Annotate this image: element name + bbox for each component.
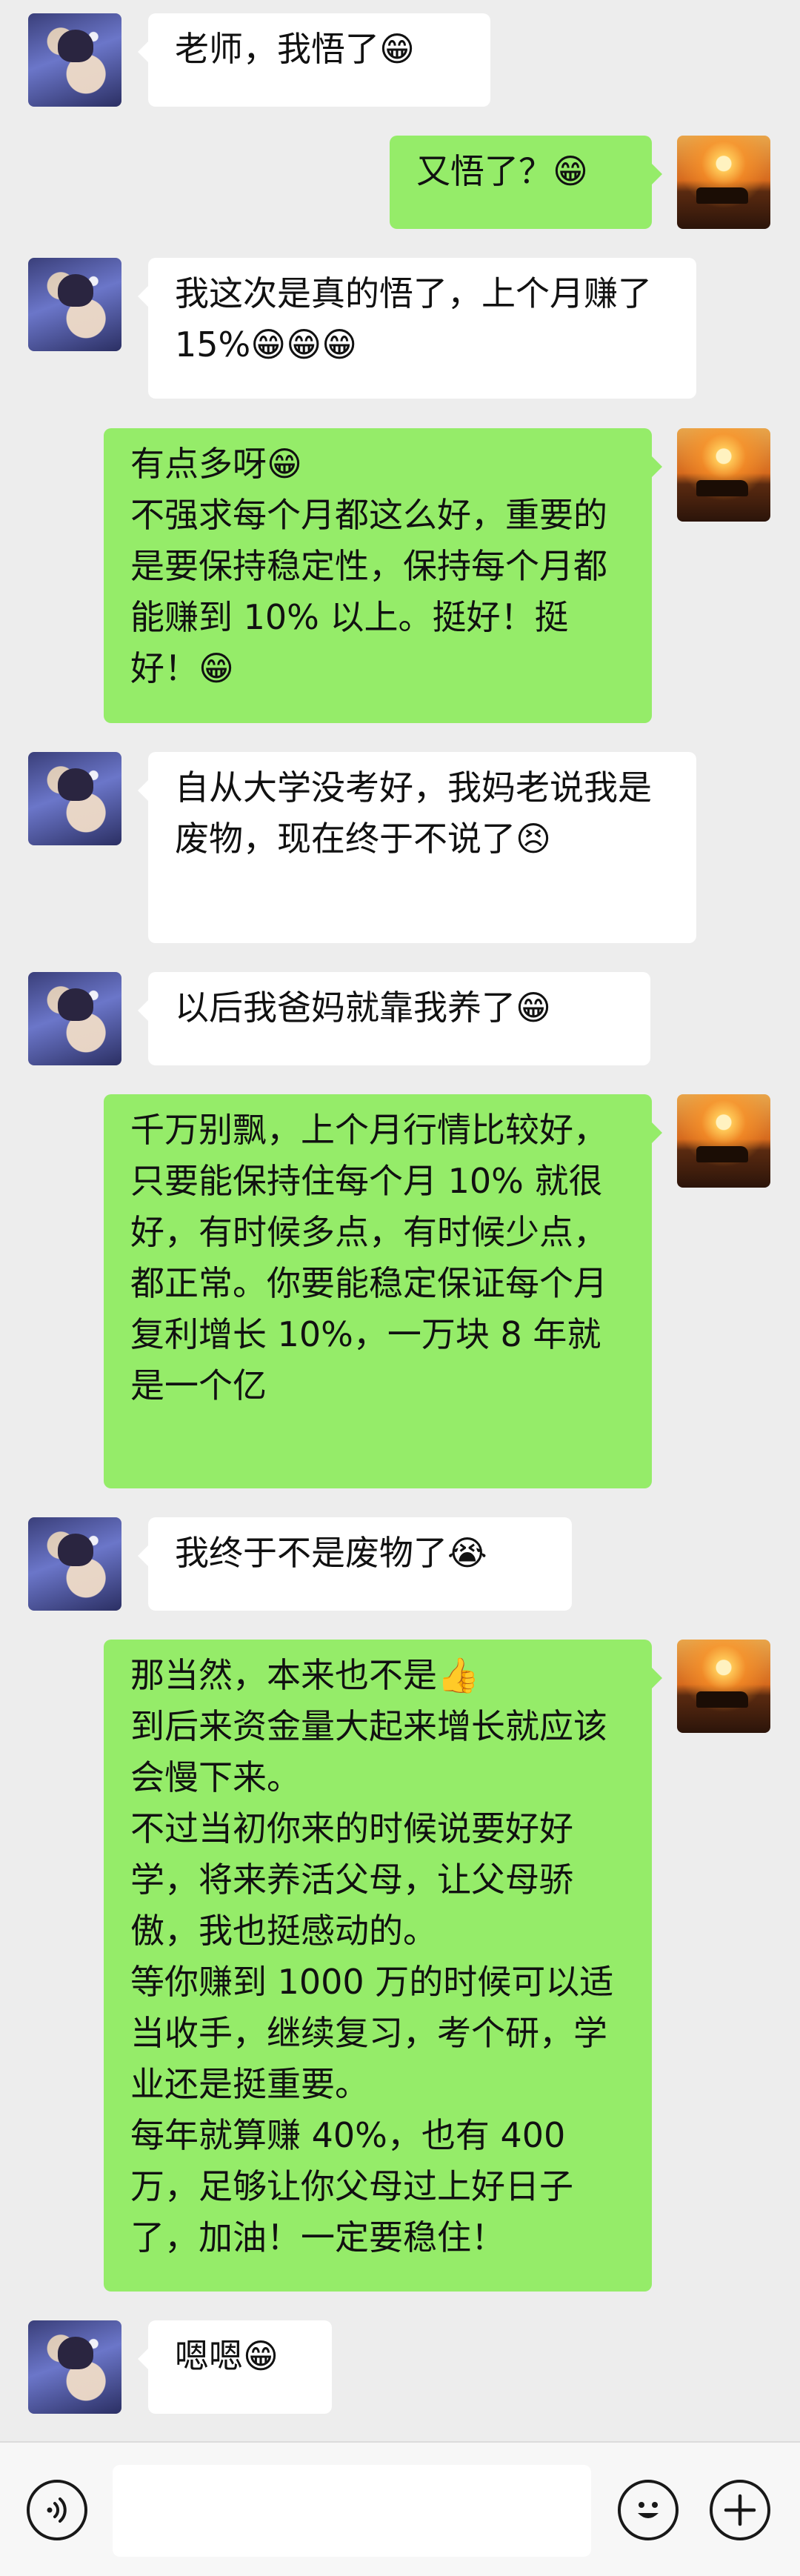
contact-avatar[interactable] <box>28 258 121 351</box>
avatar-image <box>677 1094 770 1188</box>
message-bubble-outgoing[interactable]: 又悟了？😁 <box>390 136 662 229</box>
avatar-image <box>677 136 770 229</box>
message-bubble-incoming[interactable]: 老师，我悟了😁 <box>138 13 490 107</box>
avatar-image <box>28 752 121 845</box>
message-bubble-incoming[interactable]: 我这次是真的悟了，上个月赚了 15%😁😁😁 <box>138 258 696 399</box>
my-avatar[interactable] <box>677 428 770 522</box>
message-bubble-incoming[interactable]: 我终于不是废物了😭 <box>138 1517 572 1611</box>
avatar-image <box>677 428 770 522</box>
avatar-image <box>28 2320 121 2414</box>
contact-avatar[interactable] <box>28 13 121 107</box>
avatar-image <box>28 972 121 1065</box>
emoji-button[interactable] <box>618 2480 679 2540</box>
message-bubble-incoming[interactable]: 自从大学没考好，我妈老说我是废物，现在终于不说了😣 <box>138 752 696 943</box>
voice-icon <box>47 2497 67 2523</box>
voice-button[interactable] <box>27 2480 87 2540</box>
contact-avatar[interactable] <box>28 2320 121 2414</box>
avatar-image <box>28 1517 121 1611</box>
message-input[interactable] <box>113 2465 591 2557</box>
contact-avatar[interactable] <box>28 752 121 845</box>
message-bubble-outgoing[interactable]: 千万别飘，上个月行情比较好，只要能保持住每个月 10% 就很好，有时候多点，有时… <box>104 1094 662 1488</box>
chat-area[interactable]: 老师，我悟了😁 又悟了？😁 我这次是真的悟了，上个月赚了 15%😁😁😁 有点多呀… <box>0 0 800 2441</box>
plus-button[interactable] <box>710 2480 770 2540</box>
message-bubble-incoming[interactable]: 以后我爸妈就靠我养了😁 <box>138 972 650 1065</box>
my-avatar[interactable] <box>677 1094 770 1188</box>
contact-avatar[interactable] <box>28 972 121 1065</box>
my-avatar[interactable] <box>677 136 770 229</box>
my-avatar[interactable] <box>677 1640 770 1733</box>
avatar-image <box>28 13 121 107</box>
input-bar <box>0 2441 800 2576</box>
message-bubble-outgoing[interactable]: 那当然，本来也不是👍 到后来资金量大起来增长就应该会慢下来。 不过当初你来的时候… <box>104 1640 662 2292</box>
message-bubble-incoming[interactable]: 嗯嗯😁 <box>138 2320 332 2414</box>
contact-avatar[interactable] <box>28 1517 121 1611</box>
avatar-image <box>28 258 121 351</box>
emoji-icon <box>638 2502 659 2518</box>
avatar-image <box>677 1640 770 1733</box>
plus-icon <box>724 2494 756 2526</box>
message-bubble-outgoing[interactable]: 有点多呀😁 不强求每个月都这么好，重要的是要保持稳定性，保持每个月都能赚到 10… <box>104 428 662 723</box>
